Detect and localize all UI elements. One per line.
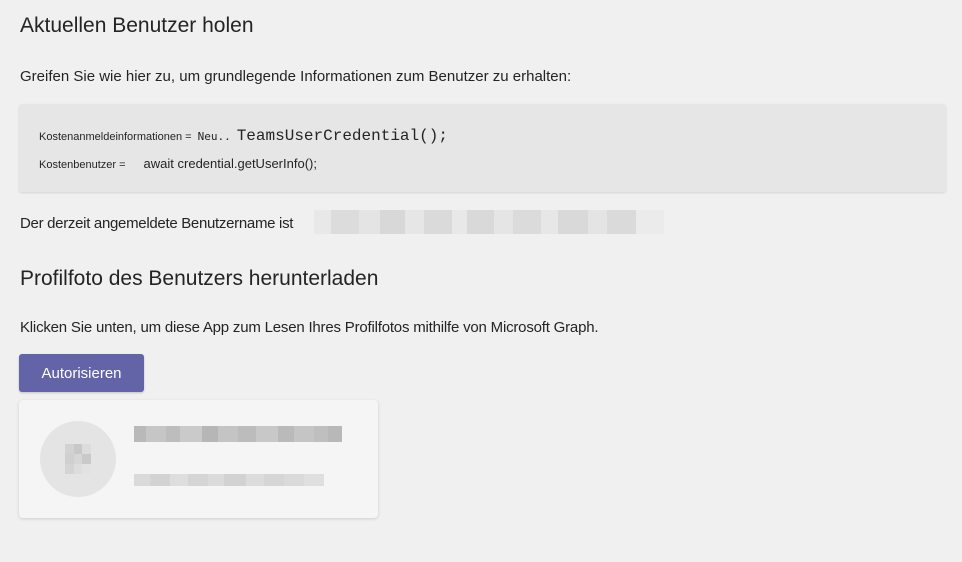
section-title-profile-photo: Profilfoto des Benutzers herunterladen — [20, 267, 379, 290]
profile-card — [19, 400, 378, 518]
blurred-avatar-initials — [65, 444, 91, 474]
avatar — [40, 421, 116, 497]
code-user-call: await credential.getUserInfo(); — [143, 156, 317, 171]
code-credential-label: Kostenanmeldeinformationen = — [39, 131, 192, 143]
code-new-keyword: Neu.. — [197, 130, 231, 143]
redacted-username — [314, 210, 664, 234]
code-user-label: Kostenbenutzer = — [39, 159, 126, 171]
code-block: Kostenanmeldeinformationen = Neu.. TeamsUs… — [19, 104, 946, 192]
authorize-button[interactable]: Autorisieren — [19, 354, 144, 392]
section-title-current-user: Aktuellen Benutzer holen — [20, 14, 254, 37]
redacted-email — [134, 474, 324, 486]
code-credential-constructor: TeamsUserCredential(); — [236, 127, 448, 145]
code-line-credential: Kostenanmeldeinformationen = Neu.. TeamsUs… — [39, 127, 448, 145]
profile-photo-description: Klicken Sie unten, um diese App zum Lese… — [20, 319, 599, 336]
page: Aktuellen Benutzer holen Greifen Sie wie… — [0, 0, 962, 562]
signed-in-username-text: Der derzeit angemeldete Benutzername ist — [20, 215, 294, 232]
redacted-display-name — [134, 426, 342, 442]
current-user-description: Greifen Sie wie hier zu, um grundlegende… — [20, 68, 572, 85]
code-line-user: Kostenbenutzer = await credential.getUser… — [39, 155, 317, 173]
